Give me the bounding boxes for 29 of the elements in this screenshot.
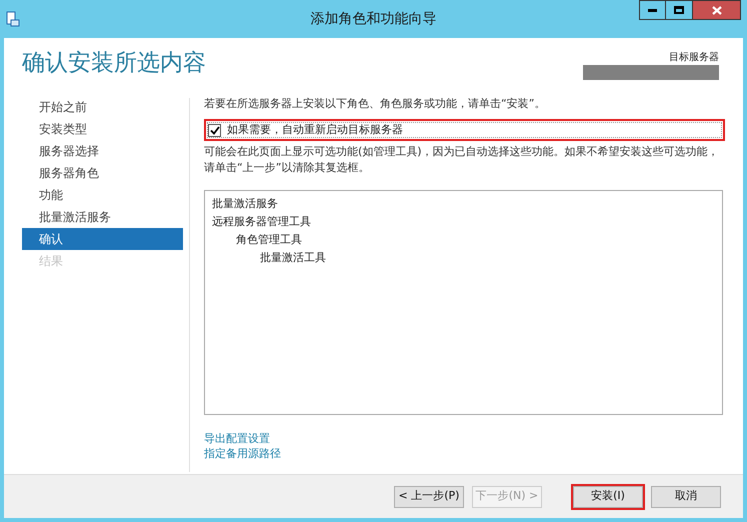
app-icon <box>6 11 20 27</box>
restart-checkbox-row[interactable]: 如果需要，自动重新启动目标服务器 <box>207 122 722 138</box>
feature-item: 批量激活服务 <box>212 196 278 212</box>
cancel-button[interactable]: 取消 <box>651 486 721 508</box>
nav-item[interactable]: 服务器角色 <box>22 162 183 184</box>
target-server-label: 目标服务器 <box>669 50 719 65</box>
link[interactable]: 导出配置设置 <box>204 431 270 446</box>
install-button[interactable]: 安装(I) <box>573 486 643 508</box>
nav-item[interactable]: 服务器选择 <box>22 140 183 162</box>
nav-item[interactable]: 安装类型 <box>22 118 183 140</box>
maximize-button[interactable] <box>666 0 693 20</box>
nav-item[interactable]: 开始之前 <box>22 96 183 118</box>
note-text: 可能会在此页面上显示可选功能(如管理工具)，因为已自动选择这些功能。如果不希望安装这些可选功能，请单击“上一步”以清除其复选框。 <box>204 144 720 176</box>
nav-item[interactable]: 功能 <box>22 184 183 206</box>
minimize-button[interactable] <box>639 0 666 20</box>
back-button[interactable]: < 上一步(P) <box>394 486 464 508</box>
checkmark-icon <box>210 126 220 134</box>
link[interactable]: 指定备用源路径 <box>204 446 281 461</box>
nav-item[interactable]: 确认 <box>22 228 183 250</box>
nav-item[interactable]: 批量激活服务 <box>22 206 183 228</box>
close-button[interactable] <box>693 0 741 20</box>
instruction-text: 若要在所选服务器上安装以下角色、角色服务或功能，请单击“安装”。 <box>204 96 546 112</box>
feature-item: 批量激活工具 <box>260 250 326 266</box>
close-icon <box>712 6 722 14</box>
page-title: 确认安装所选内容 <box>22 49 206 78</box>
checkbox[interactable] <box>208 124 221 136</box>
window-title: 添加角色和功能向导 <box>310 10 436 28</box>
feature-item: 远程服务器管理工具 <box>212 214 311 230</box>
feature-item: 角色管理工具 <box>236 232 302 248</box>
